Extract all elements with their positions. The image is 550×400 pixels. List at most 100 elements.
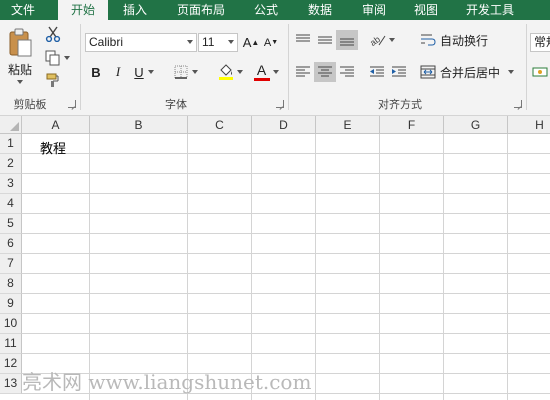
- scissors-icon: [45, 26, 61, 42]
- alignment-group-label: 对齐方式: [378, 98, 422, 111]
- tab-formulas[interactable]: 公式: [244, 0, 288, 20]
- row-header-5[interactable]: 5: [0, 214, 22, 234]
- align-center-button[interactable]: [314, 62, 336, 82]
- tab-page-layout[interactable]: 页面布局: [170, 0, 232, 20]
- copy-icon: [45, 50, 59, 66]
- column-header-f[interactable]: F: [380, 116, 444, 134]
- chevron-down-icon: [228, 40, 234, 44]
- font-launcher-icon[interactable]: [276, 100, 284, 108]
- worksheet-grid: ABCDEFGH 1 2 3 4 5 6 7 8 9 10 11 12 13 教程: [0, 116, 550, 400]
- column-header-a[interactable]: A: [22, 116, 90, 134]
- font-name-select[interactable]: Calibri: [85, 33, 197, 52]
- format-painter-icon: [46, 73, 59, 87]
- chevron-down-icon[interactable]: [17, 80, 23, 84]
- column-header-c[interactable]: C: [188, 116, 252, 134]
- grow-font-button[interactable]: A ▲: [242, 33, 260, 52]
- row-header-2[interactable]: 2: [0, 154, 22, 174]
- shrink-font-button[interactable]: A ▼: [262, 33, 280, 52]
- row-header-11[interactable]: 11: [0, 334, 22, 354]
- chevron-down-icon: [236, 70, 243, 74]
- underline-button[interactable]: U: [130, 62, 158, 82]
- clipboard-launcher-icon[interactable]: [68, 100, 76, 108]
- chevron-down-icon: [192, 70, 198, 74]
- italic-button[interactable]: I: [108, 62, 128, 82]
- font-color-button[interactable]: A: [250, 60, 282, 84]
- paint-bucket-icon: [218, 64, 233, 80]
- chevron-down-icon: [389, 38, 395, 42]
- column-header-g[interactable]: G: [444, 116, 508, 134]
- format-painter-button[interactable]: [42, 70, 64, 90]
- align-center-icon: [318, 66, 332, 77]
- bold-button[interactable]: B: [86, 62, 106, 82]
- tab-review[interactable]: 审阅: [352, 0, 396, 20]
- row-header-8[interactable]: 8: [0, 274, 22, 294]
- align-bottom-button[interactable]: [336, 30, 358, 50]
- column-header-b[interactable]: B: [90, 116, 188, 134]
- decrease-indent-icon: [370, 66, 384, 77]
- font-size-value: 11: [202, 35, 215, 49]
- currency-format-button[interactable]: [532, 62, 550, 82]
- align-middle-button[interactable]: [314, 30, 336, 50]
- merge-center-button[interactable]: 合并后居中: [420, 62, 524, 82]
- underline-letter: U: [134, 64, 144, 80]
- tab-insert[interactable]: 插入: [112, 0, 158, 20]
- align-right-button[interactable]: [336, 62, 358, 82]
- currency-icon: [532, 67, 548, 77]
- borders-button[interactable]: [170, 62, 202, 82]
- row-header-3[interactable]: 3: [0, 174, 22, 194]
- gridline-horizontal: [22, 233, 550, 234]
- fill-color-button[interactable]: [214, 60, 246, 84]
- row-header-10[interactable]: 10: [0, 314, 22, 334]
- orientation-button[interactable]: ab: [366, 30, 398, 50]
- number-format-select[interactable]: 常规: [530, 33, 550, 52]
- svg-text:ab: ab: [369, 34, 382, 47]
- gridline-horizontal: [22, 153, 550, 154]
- watermark: 亮术网 www.liangshunet.com: [22, 370, 312, 394]
- align-top-icon: [296, 34, 310, 42]
- group-divider: [288, 24, 289, 110]
- group-divider: [526, 24, 527, 110]
- text-orientation-icon: ab: [369, 34, 386, 47]
- tab-developer[interactable]: 开发工具: [458, 0, 522, 20]
- cut-button[interactable]: [42, 24, 64, 44]
- align-top-button[interactable]: [292, 30, 314, 50]
- column-header-h[interactable]: H: [508, 116, 550, 134]
- font-name-value: Calibri: [89, 35, 124, 49]
- row-header-12[interactable]: 12: [0, 354, 22, 374]
- align-bottom-icon: [340, 38, 354, 46]
- row-header-4[interactable]: 4: [0, 194, 22, 214]
- chevron-down-icon: [508, 70, 515, 74]
- row-header-6[interactable]: 6: [0, 234, 22, 254]
- font-color-swatch: [253, 78, 270, 81]
- menu-bar: 文件 开始 插入 页面布局 公式 数据 审阅 视图 开发工具: [0, 0, 550, 20]
- number-format-value: 常规: [534, 35, 550, 49]
- select-all-button[interactable]: [0, 116, 22, 134]
- paste-label: 粘贴: [7, 63, 32, 77]
- align-left-button[interactable]: [292, 62, 314, 82]
- tab-file[interactable]: 文件: [0, 0, 46, 20]
- tab-data[interactable]: 数据: [298, 0, 342, 20]
- wrap-text-label: 自动换行: [440, 33, 489, 48]
- caret-down-icon: ▼: [271, 39, 279, 46]
- wrap-text-button[interactable]: 自动换行: [420, 30, 500, 50]
- copy-button[interactable]: [42, 48, 72, 68]
- decrease-indent-button[interactable]: [366, 62, 388, 82]
- increase-indent-button[interactable]: [388, 62, 410, 82]
- column-header-d[interactable]: D: [252, 116, 316, 134]
- merge-center-label: 合并后居中: [440, 65, 501, 80]
- gridline-horizontal: [22, 293, 550, 294]
- column-header-e[interactable]: E: [316, 116, 380, 134]
- row-header-13[interactable]: 13: [0, 374, 22, 394]
- tab-view[interactable]: 视图: [404, 0, 448, 20]
- merge-cells-icon: [420, 65, 436, 79]
- align-right-icon: [340, 66, 354, 77]
- row-header-1[interactable]: 1: [0, 134, 22, 154]
- cell-a1[interactable]: 教程: [40, 138, 66, 157]
- grow-font-letter: A: [242, 35, 252, 50]
- tab-home[interactable]: 开始: [58, 0, 108, 20]
- row-header-7[interactable]: 7: [0, 254, 22, 274]
- paste-button[interactable]: 粘贴: [4, 26, 36, 86]
- alignment-launcher-icon[interactable]: [514, 100, 522, 108]
- font-size-select[interactable]: 11: [198, 33, 238, 52]
- row-header-9[interactable]: 9: [0, 294, 22, 314]
